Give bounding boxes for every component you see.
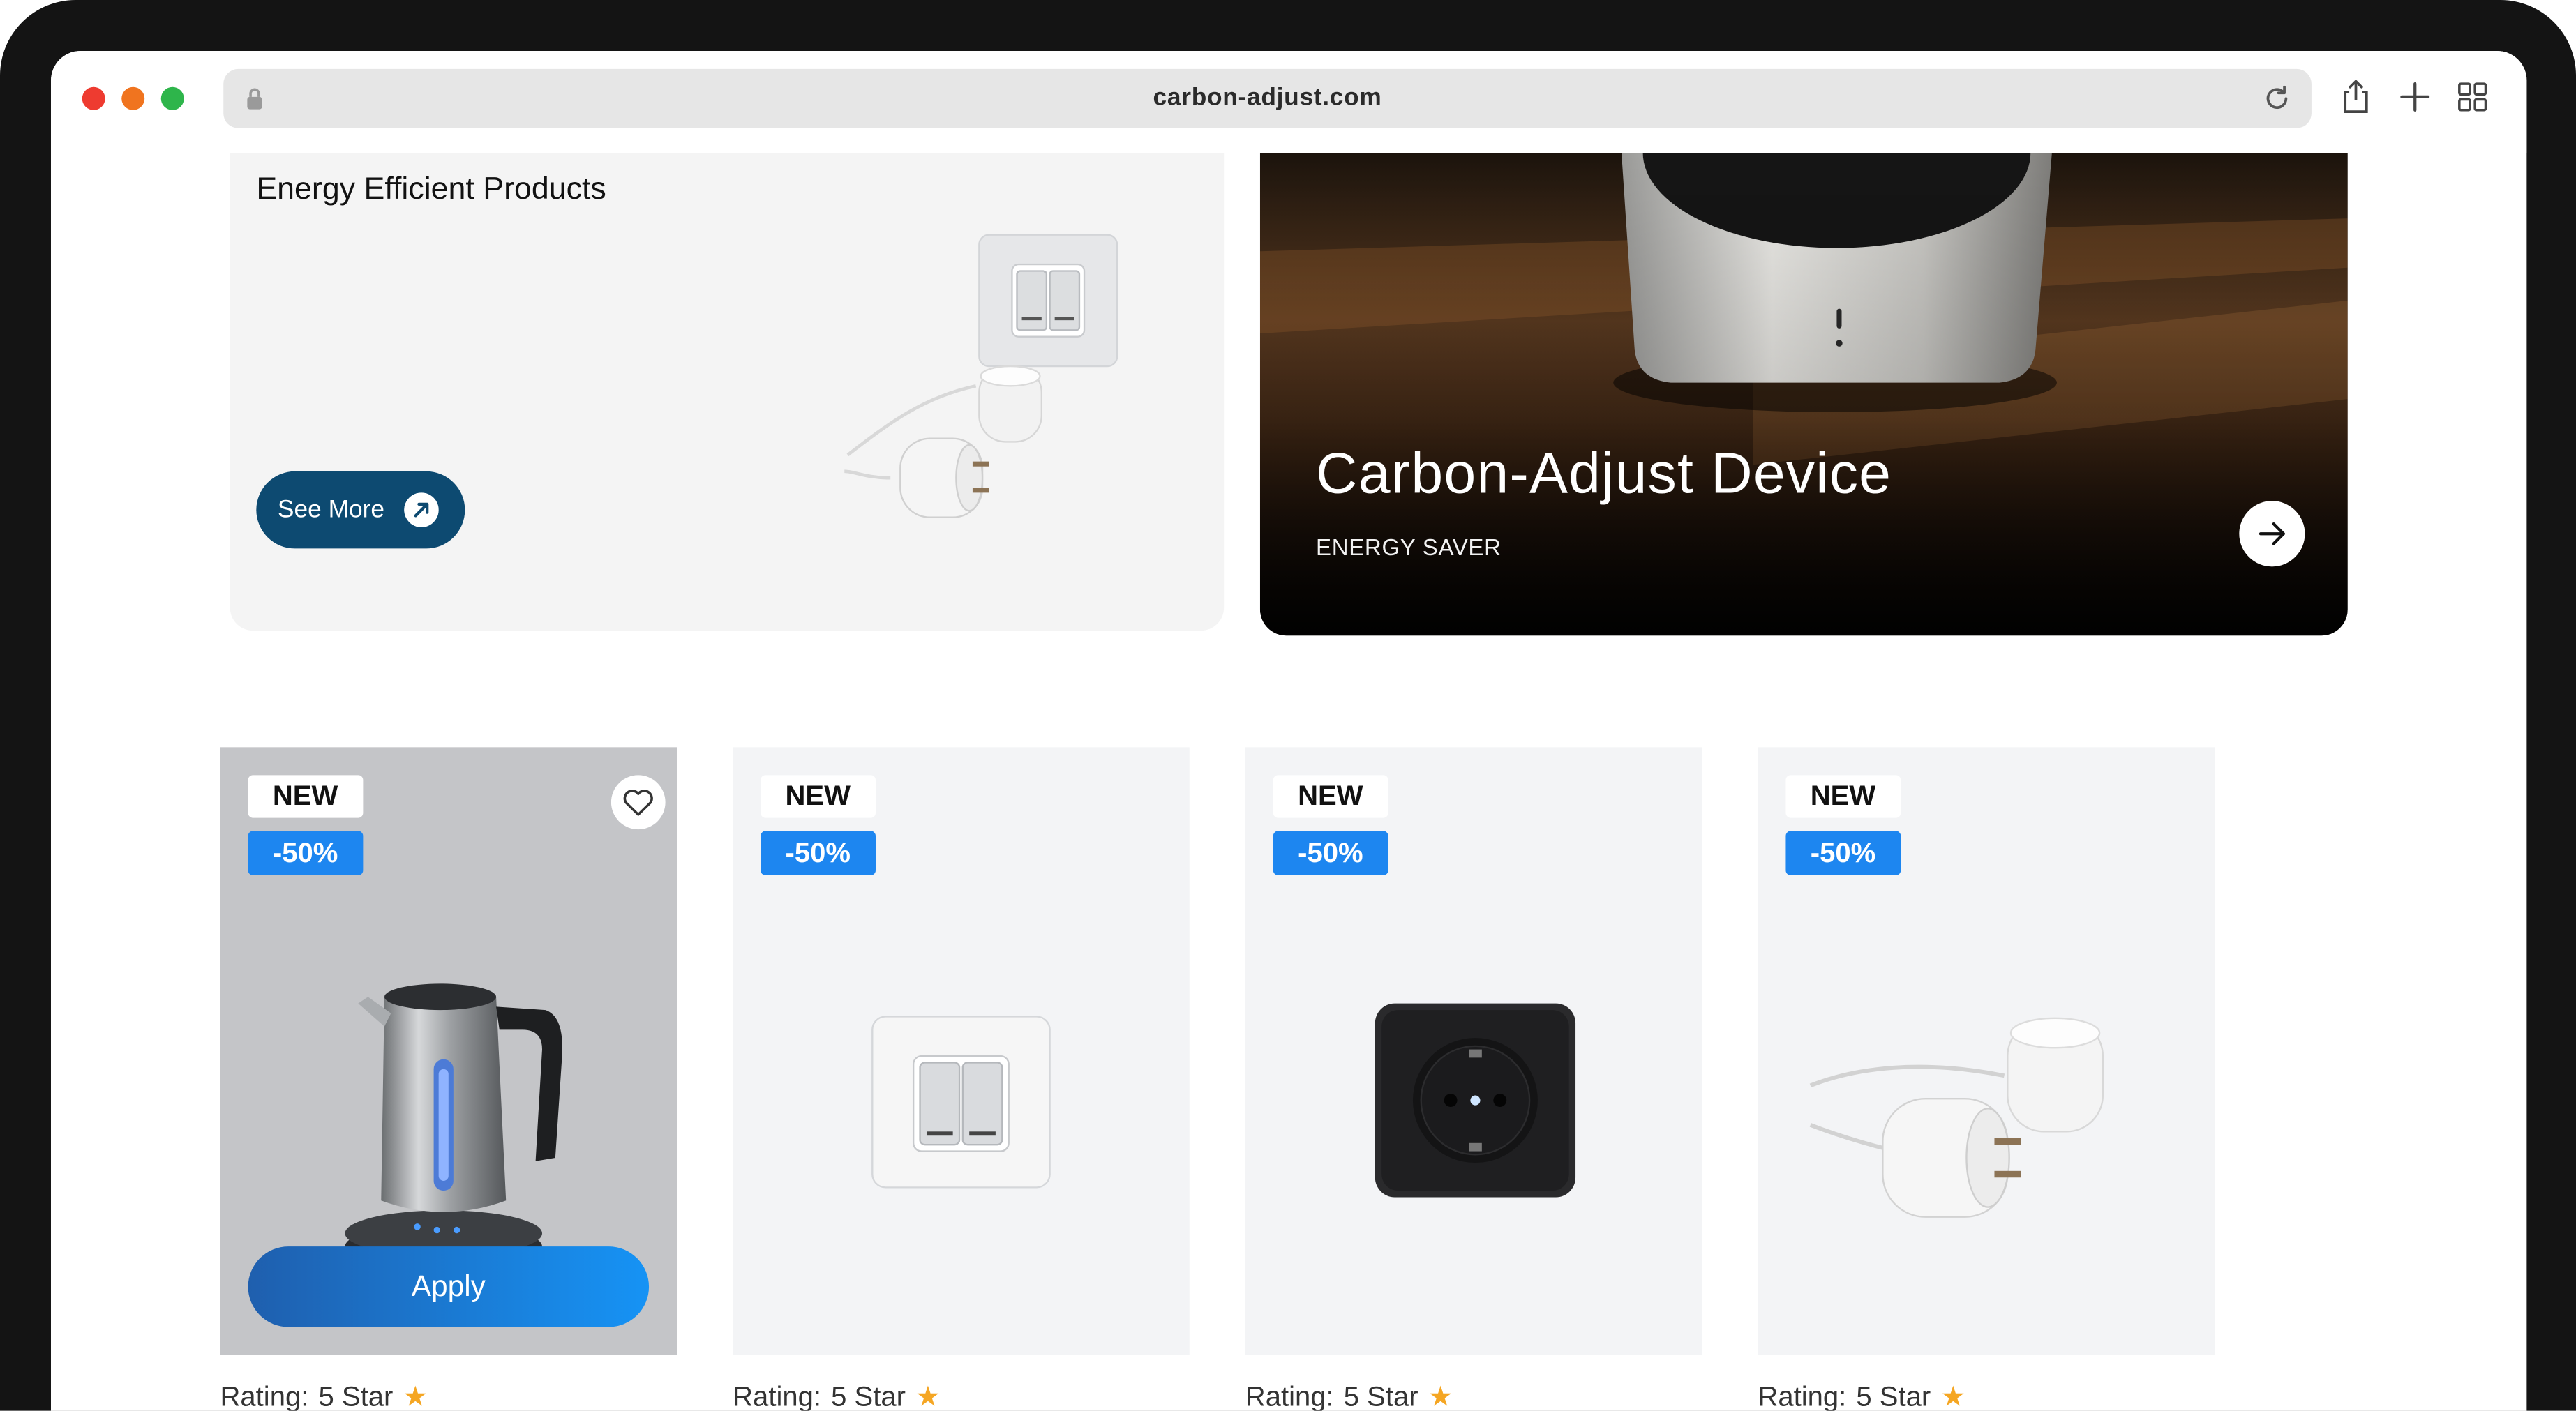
star-icon: ★: [915, 1381, 941, 1411]
apply-button[interactable]: Apply: [248, 1246, 650, 1327]
url-text: carbon-adjust.com: [1153, 84, 1382, 112]
minimize-window-button[interactable]: [121, 86, 145, 110]
badge-new: NEW: [1273, 775, 1388, 818]
smart-plug-image: [1809, 1017, 2104, 1218]
favorite-button[interactable]: [611, 775, 666, 830]
arrow-right-icon: [2259, 522, 2286, 545]
rating-label: Rating:: [733, 1381, 822, 1411]
rating-label: Rating:: [1245, 1381, 1334, 1411]
kettle-image: [345, 983, 562, 1270]
product-rating: Rating: 5 Star ★: [733, 1381, 941, 1410]
new-tab-icon[interactable]: [2397, 79, 2433, 115]
badge-discount: -50%: [1785, 831, 1901, 875]
promo-card-energy-products[interactable]: Energy Efficient Products See More: [230, 152, 1225, 631]
product-card-light-switch[interactable]: NEW -50%: [733, 747, 1190, 1355]
rating-value: 5 Star: [831, 1381, 906, 1411]
rating-value: 5 Star: [1856, 1381, 1931, 1411]
badge-discount: -50%: [761, 831, 876, 875]
product-card-smart-plug[interactable]: NEW -50%: [1758, 747, 2215, 1355]
maximize-window-button[interactable]: [160, 86, 184, 110]
rating-value: 5 Star: [318, 1381, 394, 1411]
carbon-adjust-device-image: [1259, 152, 2348, 636]
device-frame: carbon-adjust.com Energy Efficient Produ…: [0, 0, 2576, 1411]
see-more-label: See More: [277, 496, 385, 525]
browser-window: carbon-adjust.com Energy Efficient Produ…: [50, 50, 2527, 1411]
address-bar[interactable]: carbon-adjust.com: [223, 68, 2312, 128]
see-more-button[interactable]: See More: [256, 471, 465, 549]
product-rating: Rating: 5 Star ★: [1245, 1381, 1453, 1410]
rating-value: 5 Star: [1343, 1381, 1418, 1411]
star-icon: ★: [1428, 1381, 1453, 1411]
promo-card-carbon-adjust-device[interactable]: Carbon-Adjust Device ENERGY SAVER: [1259, 152, 2348, 636]
tab-overview-icon[interactable]: [2455, 79, 2491, 115]
promo-products-image: [844, 234, 1118, 518]
promo-title: Energy Efficient Products: [256, 172, 606, 207]
device-next-button[interactable]: [2239, 501, 2305, 567]
close-window-button[interactable]: [82, 86, 105, 110]
page: carbon-adjust.com Energy Efficient Produ…: [0, 0, 2576, 1411]
rating-label: Rating:: [1758, 1381, 1847, 1411]
browser-toolbar: carbon-adjust.com: [50, 50, 2527, 153]
product-rating: Rating: 5 Star ★: [1758, 1381, 1965, 1410]
product-card-power-socket[interactable]: NEW -50%: [1245, 747, 1702, 1355]
star-icon: ★: [1940, 1381, 1966, 1411]
product-rating: Rating: 5 Star ★: [220, 1381, 428, 1410]
badge-new: NEW: [1785, 775, 1901, 818]
badge-discount: -50%: [1273, 831, 1388, 875]
device-subtitle: ENERGY SAVER: [1316, 534, 1502, 560]
power-socket-image: [1375, 1003, 1576, 1198]
device-title: Carbon-Adjust Device: [1316, 442, 1892, 506]
heart-icon: [623, 790, 653, 816]
light-switch-image: [871, 1016, 1051, 1189]
star-icon: ★: [403, 1381, 428, 1411]
rating-label: Rating:: [220, 1381, 309, 1411]
badge-discount: -50%: [248, 831, 363, 875]
share-icon[interactable]: [2338, 79, 2374, 115]
badge-new: NEW: [761, 775, 876, 818]
reload-icon[interactable]: [2262, 84, 2291, 113]
product-card-kettle[interactable]: NEW -50% Apply: [220, 747, 677, 1355]
arrow-up-right-icon: [404, 492, 439, 527]
badge-new: NEW: [248, 775, 363, 818]
